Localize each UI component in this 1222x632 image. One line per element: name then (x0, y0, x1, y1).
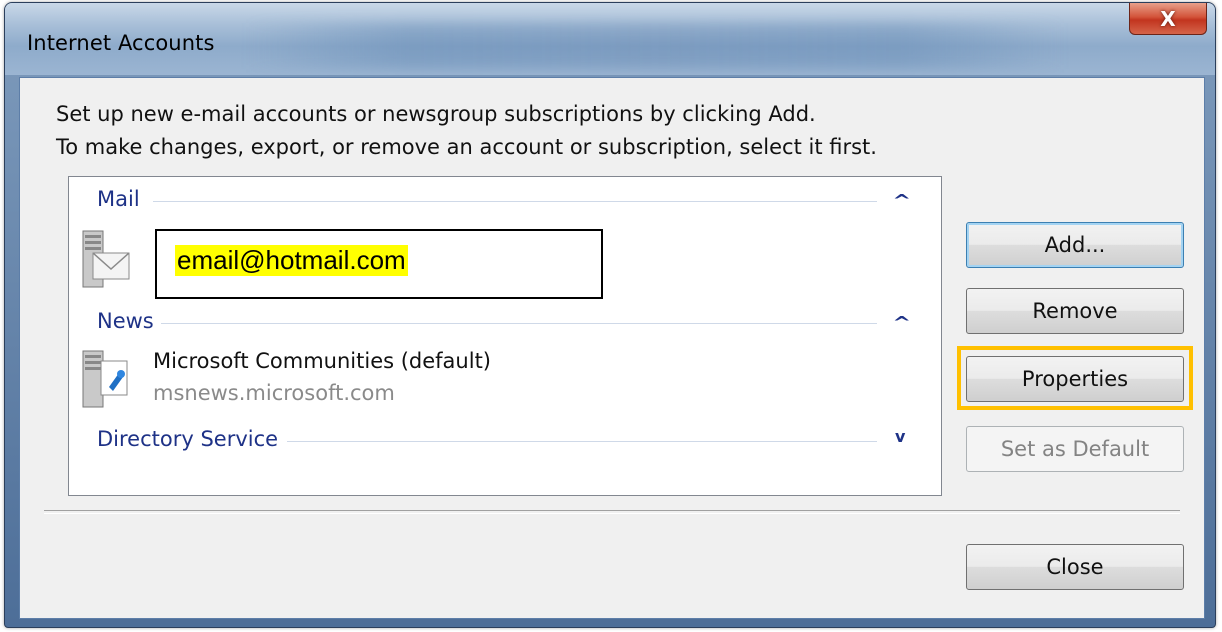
group-header-news[interactable]: News (97, 309, 154, 333)
dialog-title: Internet Accounts (27, 31, 215, 55)
group-divider-directory-service (287, 441, 877, 442)
mail-account-item[interactable]: email@hotmail.com (155, 229, 603, 299)
news-account-name[interactable]: Microsoft Communities (default) (153, 349, 491, 373)
mail-account-email: email@hotmail.com (175, 245, 408, 276)
group-header-directory-service[interactable]: Directory Service (97, 427, 278, 451)
group-header-mail[interactable]: Mail (97, 187, 140, 211)
properties-button[interactable]: Properties (966, 356, 1184, 402)
title-bar[interactable]: Internet Accounts (5, 3, 1215, 75)
title-bar-background-blur (245, 23, 1065, 69)
close-icon: X (1160, 6, 1176, 31)
dialog-client-area: Set up new e-mail accounts or newsgroup … (19, 77, 1205, 619)
chevron-up-icon[interactable]: ^ (892, 191, 911, 210)
set-as-default-button[interactable]: Set as Default (966, 426, 1184, 472)
instructions-line-2: To make changes, export, or remove an ac… (56, 135, 877, 159)
instructions: Set up new e-mail accounts or newsgroup … (56, 98, 877, 164)
news-account-server: msnews.microsoft.com (153, 381, 395, 405)
remove-button[interactable]: Remove (966, 288, 1184, 334)
group-divider-news (161, 323, 877, 324)
chevron-down-icon[interactable]: v (895, 427, 905, 446)
bottom-separator (44, 510, 1180, 514)
accounts-list[interactable]: Mail ^ email@hotmail.com News ^ Microsof… (68, 176, 942, 496)
group-divider-mail (153, 201, 877, 202)
add-button[interactable]: Add... (966, 222, 1184, 268)
close-window-button[interactable]: X (1129, 3, 1207, 35)
instructions-line-1: Set up new e-mail accounts or newsgroup … (56, 102, 816, 126)
news-account-icon (79, 347, 131, 415)
internet-accounts-dialog: Internet Accounts X Set up new e-mail ac… (4, 2, 1216, 628)
chevron-up-icon[interactable]: ^ (892, 313, 911, 332)
close-button[interactable]: Close (966, 544, 1184, 590)
mail-account-icon (79, 227, 131, 295)
